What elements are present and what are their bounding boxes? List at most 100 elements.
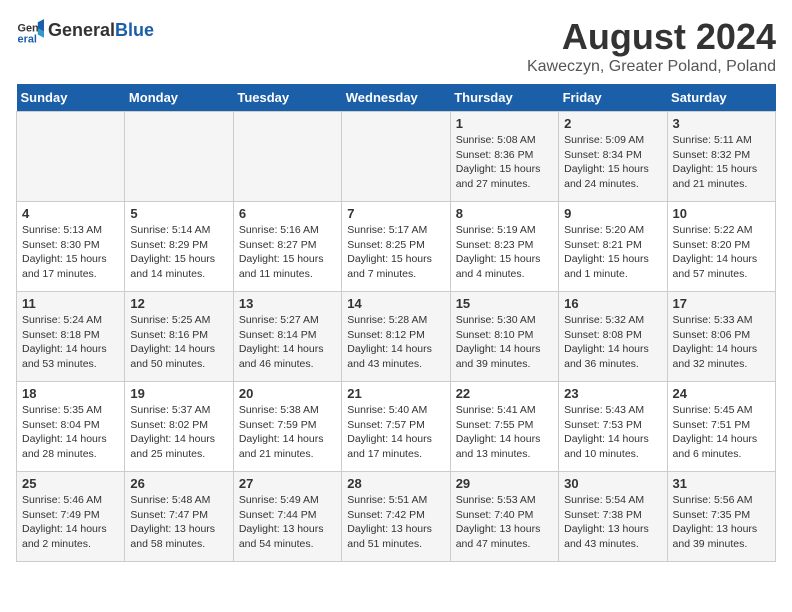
- calendar-cell: 11 Sunrise: 5:24 AM Sunset: 8:18 PM Dayli…: [17, 292, 125, 382]
- day-info: Sunrise: 5:37 AM Sunset: 8:02 PM Dayligh…: [130, 403, 227, 462]
- day-info: Sunrise: 5:20 AM Sunset: 8:21 PM Dayligh…: [564, 223, 661, 282]
- day-info: Sunrise: 5:25 AM Sunset: 8:16 PM Dayligh…: [130, 313, 227, 372]
- day-number: 11: [22, 296, 119, 311]
- week-row-5: 25 Sunrise: 5:46 AM Sunset: 7:49 PM Dayli…: [17, 472, 776, 562]
- calendar-cell: 6 Sunrise: 5:16 AM Sunset: 8:27 PM Daylig…: [233, 202, 341, 292]
- days-header-row: SundayMondayTuesdayWednesdayThursdayFrid…: [17, 84, 776, 112]
- day-number: 7: [347, 206, 444, 221]
- day-number: 23: [564, 386, 661, 401]
- logo-text-blue: Blue: [115, 20, 154, 40]
- week-row-1: 1 Sunrise: 5:08 AM Sunset: 8:36 PM Daylig…: [17, 112, 776, 202]
- day-info: Sunrise: 5:49 AM Sunset: 7:44 PM Dayligh…: [239, 493, 336, 552]
- day-number: 20: [239, 386, 336, 401]
- day-header-sunday: Sunday: [17, 84, 125, 112]
- day-number: 8: [456, 206, 553, 221]
- day-info: Sunrise: 5:43 AM Sunset: 7:53 PM Dayligh…: [564, 403, 661, 462]
- calendar-cell: [233, 112, 341, 202]
- day-info: Sunrise: 5:11 AM Sunset: 8:32 PM Dayligh…: [673, 133, 770, 192]
- day-number: 19: [130, 386, 227, 401]
- day-info: Sunrise: 5:19 AM Sunset: 8:23 PM Dayligh…: [456, 223, 553, 282]
- day-number: 3: [673, 116, 770, 131]
- day-info: Sunrise: 5:24 AM Sunset: 8:18 PM Dayligh…: [22, 313, 119, 372]
- calendar-cell: [17, 112, 125, 202]
- day-number: 14: [347, 296, 444, 311]
- calendar-cell: 3 Sunrise: 5:11 AM Sunset: 8:32 PM Daylig…: [667, 112, 775, 202]
- day-number: 13: [239, 296, 336, 311]
- calendar-cell: [342, 112, 450, 202]
- week-row-3: 11 Sunrise: 5:24 AM Sunset: 8:18 PM Dayli…: [17, 292, 776, 382]
- logo: Gen eral GeneralBlue: [16, 16, 154, 44]
- day-info: Sunrise: 5:08 AM Sunset: 8:36 PM Dayligh…: [456, 133, 553, 192]
- day-info: Sunrise: 5:17 AM Sunset: 8:25 PM Dayligh…: [347, 223, 444, 282]
- calendar-cell: 22 Sunrise: 5:41 AM Sunset: 7:55 PM Dayli…: [450, 382, 558, 472]
- calendar-cell: 12 Sunrise: 5:25 AM Sunset: 8:16 PM Dayli…: [125, 292, 233, 382]
- day-header-saturday: Saturday: [667, 84, 775, 112]
- calendar-table: SundayMondayTuesdayWednesdayThursdayFrid…: [16, 84, 776, 562]
- day-info: Sunrise: 5:33 AM Sunset: 8:06 PM Dayligh…: [673, 313, 770, 372]
- calendar-cell: 2Sunrise: 5:09 AM Sunset: 8:34 PM Daylig…: [559, 112, 667, 202]
- day-number: 18: [22, 386, 119, 401]
- calendar-cell: 30 Sunrise: 5:54 AM Sunset: 7:38 PM Dayli…: [559, 472, 667, 562]
- day-number: 24: [673, 386, 770, 401]
- logo-text-general: General: [48, 20, 115, 40]
- day-info: Sunrise: 5:53 AM Sunset: 7:40 PM Dayligh…: [456, 493, 553, 552]
- calendar-cell: 20 Sunrise: 5:38 AM Sunset: 7:59 PM Dayli…: [233, 382, 341, 472]
- calendar-cell: 14 Sunrise: 5:28 AM Sunset: 8:12 PM Dayli…: [342, 292, 450, 382]
- subtitle: Kaweczyn, Greater Poland, Poland: [527, 58, 776, 76]
- header: Gen eral GeneralBlue August 2024 Kaweczy…: [16, 16, 776, 76]
- calendar-cell: 21Sunrise: 5:40 AM Sunset: 7:57 PM Dayli…: [342, 382, 450, 472]
- day-info: Sunrise: 5:41 AM Sunset: 7:55 PM Dayligh…: [456, 403, 553, 462]
- day-info: Sunrise: 5:30 AM Sunset: 8:10 PM Dayligh…: [456, 313, 553, 372]
- day-info: Sunrise: 5:46 AM Sunset: 7:49 PM Dayligh…: [22, 493, 119, 552]
- day-number: 28: [347, 476, 444, 491]
- day-info: Sunrise: 5:54 AM Sunset: 7:38 PM Dayligh…: [564, 493, 661, 552]
- calendar-cell: 17 Sunrise: 5:33 AM Sunset: 8:06 PM Dayli…: [667, 292, 775, 382]
- calendar-cell: 1 Sunrise: 5:08 AM Sunset: 8:36 PM Daylig…: [450, 112, 558, 202]
- day-number: 26: [130, 476, 227, 491]
- day-number: 17: [673, 296, 770, 311]
- calendar-cell: 9Sunrise: 5:20 AM Sunset: 8:21 PM Daylig…: [559, 202, 667, 292]
- day-number: 10: [673, 206, 770, 221]
- day-header-tuesday: Tuesday: [233, 84, 341, 112]
- day-number: 5: [130, 206, 227, 221]
- calendar-cell: 23 Sunrise: 5:43 AM Sunset: 7:53 PM Dayli…: [559, 382, 667, 472]
- calendar-cell: 18Sunrise: 5:35 AM Sunset: 8:04 PM Dayli…: [17, 382, 125, 472]
- day-number: 2: [564, 116, 661, 131]
- day-number: 6: [239, 206, 336, 221]
- day-header-friday: Friday: [559, 84, 667, 112]
- day-info: Sunrise: 5:51 AM Sunset: 7:42 PM Dayligh…: [347, 493, 444, 552]
- day-info: Sunrise: 5:40 AM Sunset: 7:57 PM Dayligh…: [347, 403, 444, 462]
- svg-text:eral: eral: [18, 33, 37, 44]
- calendar-cell: 8 Sunrise: 5:19 AM Sunset: 8:23 PM Daylig…: [450, 202, 558, 292]
- day-info: Sunrise: 5:28 AM Sunset: 8:12 PM Dayligh…: [347, 313, 444, 372]
- week-row-2: 4Sunrise: 5:13 AM Sunset: 8:30 PM Daylig…: [17, 202, 776, 292]
- calendar-cell: 26 Sunrise: 5:48 AM Sunset: 7:47 PM Dayli…: [125, 472, 233, 562]
- day-info: Sunrise: 5:56 AM Sunset: 7:35 PM Dayligh…: [673, 493, 770, 552]
- day-info: Sunrise: 5:48 AM Sunset: 7:47 PM Dayligh…: [130, 493, 227, 552]
- day-number: 4: [22, 206, 119, 221]
- day-number: 29: [456, 476, 553, 491]
- day-info: Sunrise: 5:16 AM Sunset: 8:27 PM Dayligh…: [239, 223, 336, 282]
- calendar-cell: 27 Sunrise: 5:49 AM Sunset: 7:44 PM Dayli…: [233, 472, 341, 562]
- day-info: Sunrise: 5:14 AM Sunset: 8:29 PM Dayligh…: [130, 223, 227, 282]
- calendar-cell: 7 Sunrise: 5:17 AM Sunset: 8:25 PM Daylig…: [342, 202, 450, 292]
- calendar-cell: 28 Sunrise: 5:51 AM Sunset: 7:42 PM Dayli…: [342, 472, 450, 562]
- calendar-cell: 10Sunrise: 5:22 AM Sunset: 8:20 PM Dayli…: [667, 202, 775, 292]
- day-number: 27: [239, 476, 336, 491]
- day-number: 15: [456, 296, 553, 311]
- week-row-4: 18Sunrise: 5:35 AM Sunset: 8:04 PM Dayli…: [17, 382, 776, 472]
- calendar-cell: 31 Sunrise: 5:56 AM Sunset: 7:35 PM Dayli…: [667, 472, 775, 562]
- day-number: 30: [564, 476, 661, 491]
- day-info: Sunrise: 5:38 AM Sunset: 7:59 PM Dayligh…: [239, 403, 336, 462]
- main-title: August 2024: [527, 16, 776, 58]
- calendar-cell: 5 Sunrise: 5:14 AM Sunset: 8:29 PM Daylig…: [125, 202, 233, 292]
- calendar-cell: 24Sunrise: 5:45 AM Sunset: 7:51 PM Dayli…: [667, 382, 775, 472]
- day-number: 12: [130, 296, 227, 311]
- day-header-thursday: Thursday: [450, 84, 558, 112]
- day-number: 25: [22, 476, 119, 491]
- day-number: 1: [456, 116, 553, 131]
- day-number: 31: [673, 476, 770, 491]
- calendar-cell: 29 Sunrise: 5:53 AM Sunset: 7:40 PM Dayli…: [450, 472, 558, 562]
- calendar-cell: 19 Sunrise: 5:37 AM Sunset: 8:02 PM Dayli…: [125, 382, 233, 472]
- day-number: 22: [456, 386, 553, 401]
